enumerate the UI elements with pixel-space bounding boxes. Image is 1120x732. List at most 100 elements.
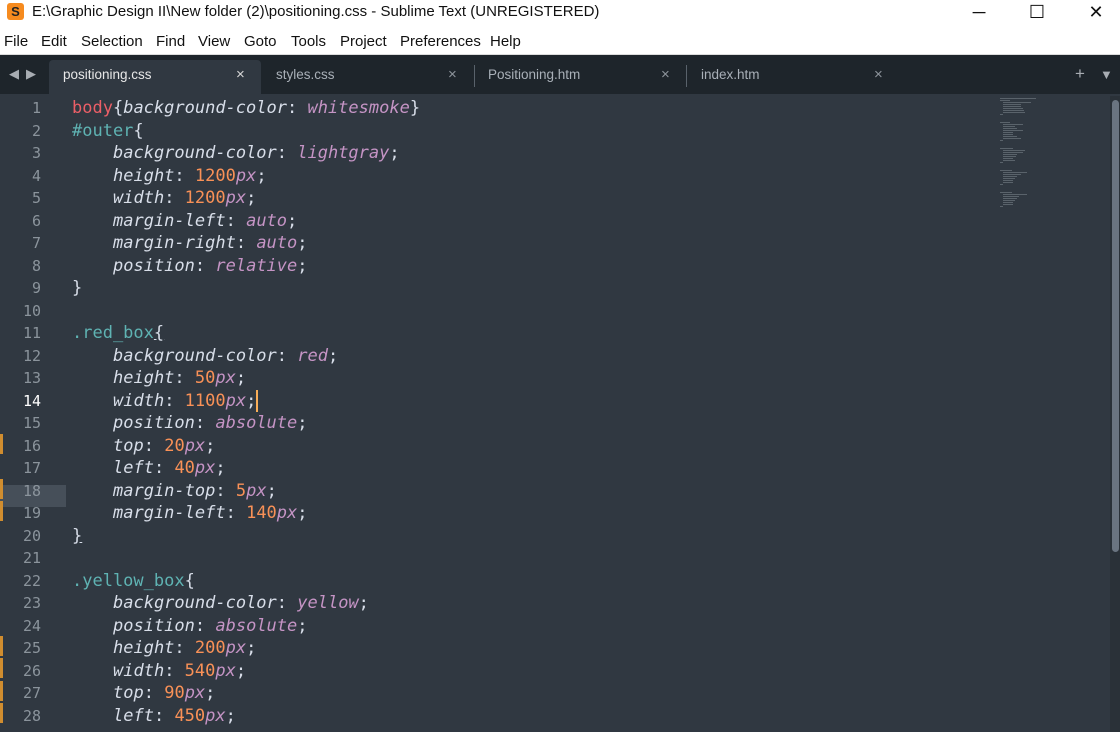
code-line-current: width: 1100px;	[113, 389, 259, 412]
code-line: .red_box{	[72, 323, 165, 343]
menu-edit[interactable]: Edit	[41, 33, 67, 50]
minimap-line	[1003, 204, 1013, 205]
line-number: 21	[22, 549, 41, 567]
menu-selection[interactable]: Selection	[81, 33, 143, 50]
code-line: height: 50px;	[113, 368, 247, 388]
code-line: margin-left: 140px;	[113, 503, 308, 523]
minimap-line	[1003, 108, 1023, 109]
code-line: height: 1200px;	[113, 165, 267, 186]
minimap[interactable]	[998, 96, 1108, 732]
menu-preferences[interactable]: Preferences	[400, 33, 481, 50]
close-tab-icon[interactable]: ×	[661, 66, 670, 83]
code-line: body{background-color: whitesmoke}	[72, 98, 421, 118]
tab-nav-right-icon[interactable]: ▶	[26, 66, 36, 82]
minimap-line	[1003, 198, 1017, 199]
text-cursor	[256, 389, 259, 412]
line-number: 3	[31, 144, 41, 162]
line-number-current: 14	[22, 391, 41, 410]
line-number: 5	[31, 189, 41, 207]
tab-label: index.htm	[701, 67, 760, 82]
code-line: }	[72, 278, 83, 298]
tab-nav-left-icon[interactable]: ◀	[9, 66, 19, 82]
tab-index-htm[interactable]: index.htm ×	[687, 60, 899, 95]
menu-help[interactable]: Help	[490, 33, 521, 50]
minimap-line	[1003, 130, 1023, 131]
line-number: 26	[22, 661, 41, 680]
line-number: 28	[22, 706, 41, 725]
line-number: 11	[22, 324, 41, 342]
minimap-line	[1000, 100, 1010, 101]
minimap-line	[1003, 178, 1015, 179]
line-number: 13	[22, 369, 41, 387]
line-number: 24	[22, 616, 41, 635]
close-tab-icon[interactable]: ×	[236, 66, 245, 83]
minimap-line	[1000, 114, 1003, 115]
menu-project[interactable]: Project	[340, 33, 387, 50]
minimap-line	[1003, 182, 1013, 183]
code-line: left: 40px;	[113, 458, 226, 478]
minimap-line	[1000, 148, 1013, 149]
line-number: 25	[22, 639, 41, 657]
line-number: 16	[22, 436, 41, 455]
code-line: margin-top: 5px;	[113, 480, 277, 501]
minimap-line	[1003, 102, 1031, 103]
minimap-line	[1003, 180, 1013, 181]
vertical-scrollbar[interactable]	[1110, 96, 1120, 732]
line-number: 12	[22, 346, 41, 365]
tab-positioning-htm[interactable]: Positioning.htm ×	[474, 60, 686, 95]
menu-find[interactable]: Find	[156, 33, 185, 50]
minimap-line	[1003, 124, 1023, 125]
line-number: 2	[31, 121, 41, 140]
minimap-line	[1003, 200, 1015, 201]
tab-label: styles.css	[276, 67, 335, 82]
code-line: top: 20px;	[113, 435, 216, 456]
code-line: width: 540px;	[113, 660, 247, 681]
line-number: 22	[22, 571, 41, 590]
minimap-line	[1003, 176, 1017, 177]
menu-view[interactable]: View	[198, 33, 230, 50]
code-line: background-color: yellow;	[113, 593, 369, 613]
minimap-line	[1003, 202, 1013, 203]
line-number: 23	[22, 594, 41, 612]
line-number: 10	[22, 301, 41, 320]
tab-styles-css[interactable]: styles.css ×	[262, 60, 474, 95]
line-number: 1	[31, 99, 41, 117]
minimap-line	[1003, 194, 1027, 195]
minimap-line	[1003, 160, 1015, 161]
code-line: margin-right: auto;	[113, 233, 308, 253]
scrollbar-thumb[interactable]	[1112, 100, 1119, 552]
line-number-gutter: 1 2 3 4 5 6 7 8 9 10 11 12 13 14 15 16 1…	[0, 96, 66, 732]
minimap-line	[1003, 158, 1013, 159]
minimap-line	[1003, 172, 1027, 173]
new-tab-icon[interactable]: +	[1075, 64, 1085, 84]
menu-tools[interactable]: Tools	[291, 33, 326, 50]
menu-bar: File Edit Selection Find View Goto Tools…	[0, 30, 1120, 54]
maximize-button[interactable]: ☐	[1014, 0, 1060, 30]
menu-file[interactable]: File	[4, 33, 28, 50]
minimize-button[interactable]: ─	[956, 0, 1002, 30]
code-line: width: 1200px;	[113, 188, 257, 208]
code-line: background-color: red;	[113, 345, 339, 366]
minimap-line	[1003, 174, 1021, 175]
code-line: position: absolute;	[113, 413, 308, 433]
close-tab-icon[interactable]: ×	[448, 66, 457, 83]
close-tab-icon[interactable]: ×	[874, 66, 883, 83]
code-editor[interactable]: body{background-color: whitesmoke} #oute…	[72, 96, 992, 732]
code-line: background-color: lightgray;	[113, 143, 400, 163]
tab-label: positioning.css	[63, 67, 152, 82]
code-line: position: relative;	[113, 255, 308, 276]
minimap-line	[1003, 112, 1025, 113]
tab-dropdown-icon[interactable]: ▼	[1100, 67, 1113, 82]
line-number: 19	[22, 504, 41, 522]
close-window-button[interactable]: ✕	[1073, 0, 1119, 30]
menu-goto[interactable]: Goto	[244, 33, 277, 50]
code-line: position: absolute;	[113, 615, 308, 636]
line-number: 4	[31, 166, 41, 185]
minimap-line	[1003, 134, 1013, 135]
minimap-line	[1000, 184, 1003, 185]
line-number: 27	[22, 684, 41, 702]
tab-positioning-css[interactable]: positioning.css ×	[49, 60, 261, 95]
line-number: 6	[31, 211, 41, 230]
minimap-line	[1000, 122, 1010, 123]
minimap-line	[1000, 192, 1012, 193]
